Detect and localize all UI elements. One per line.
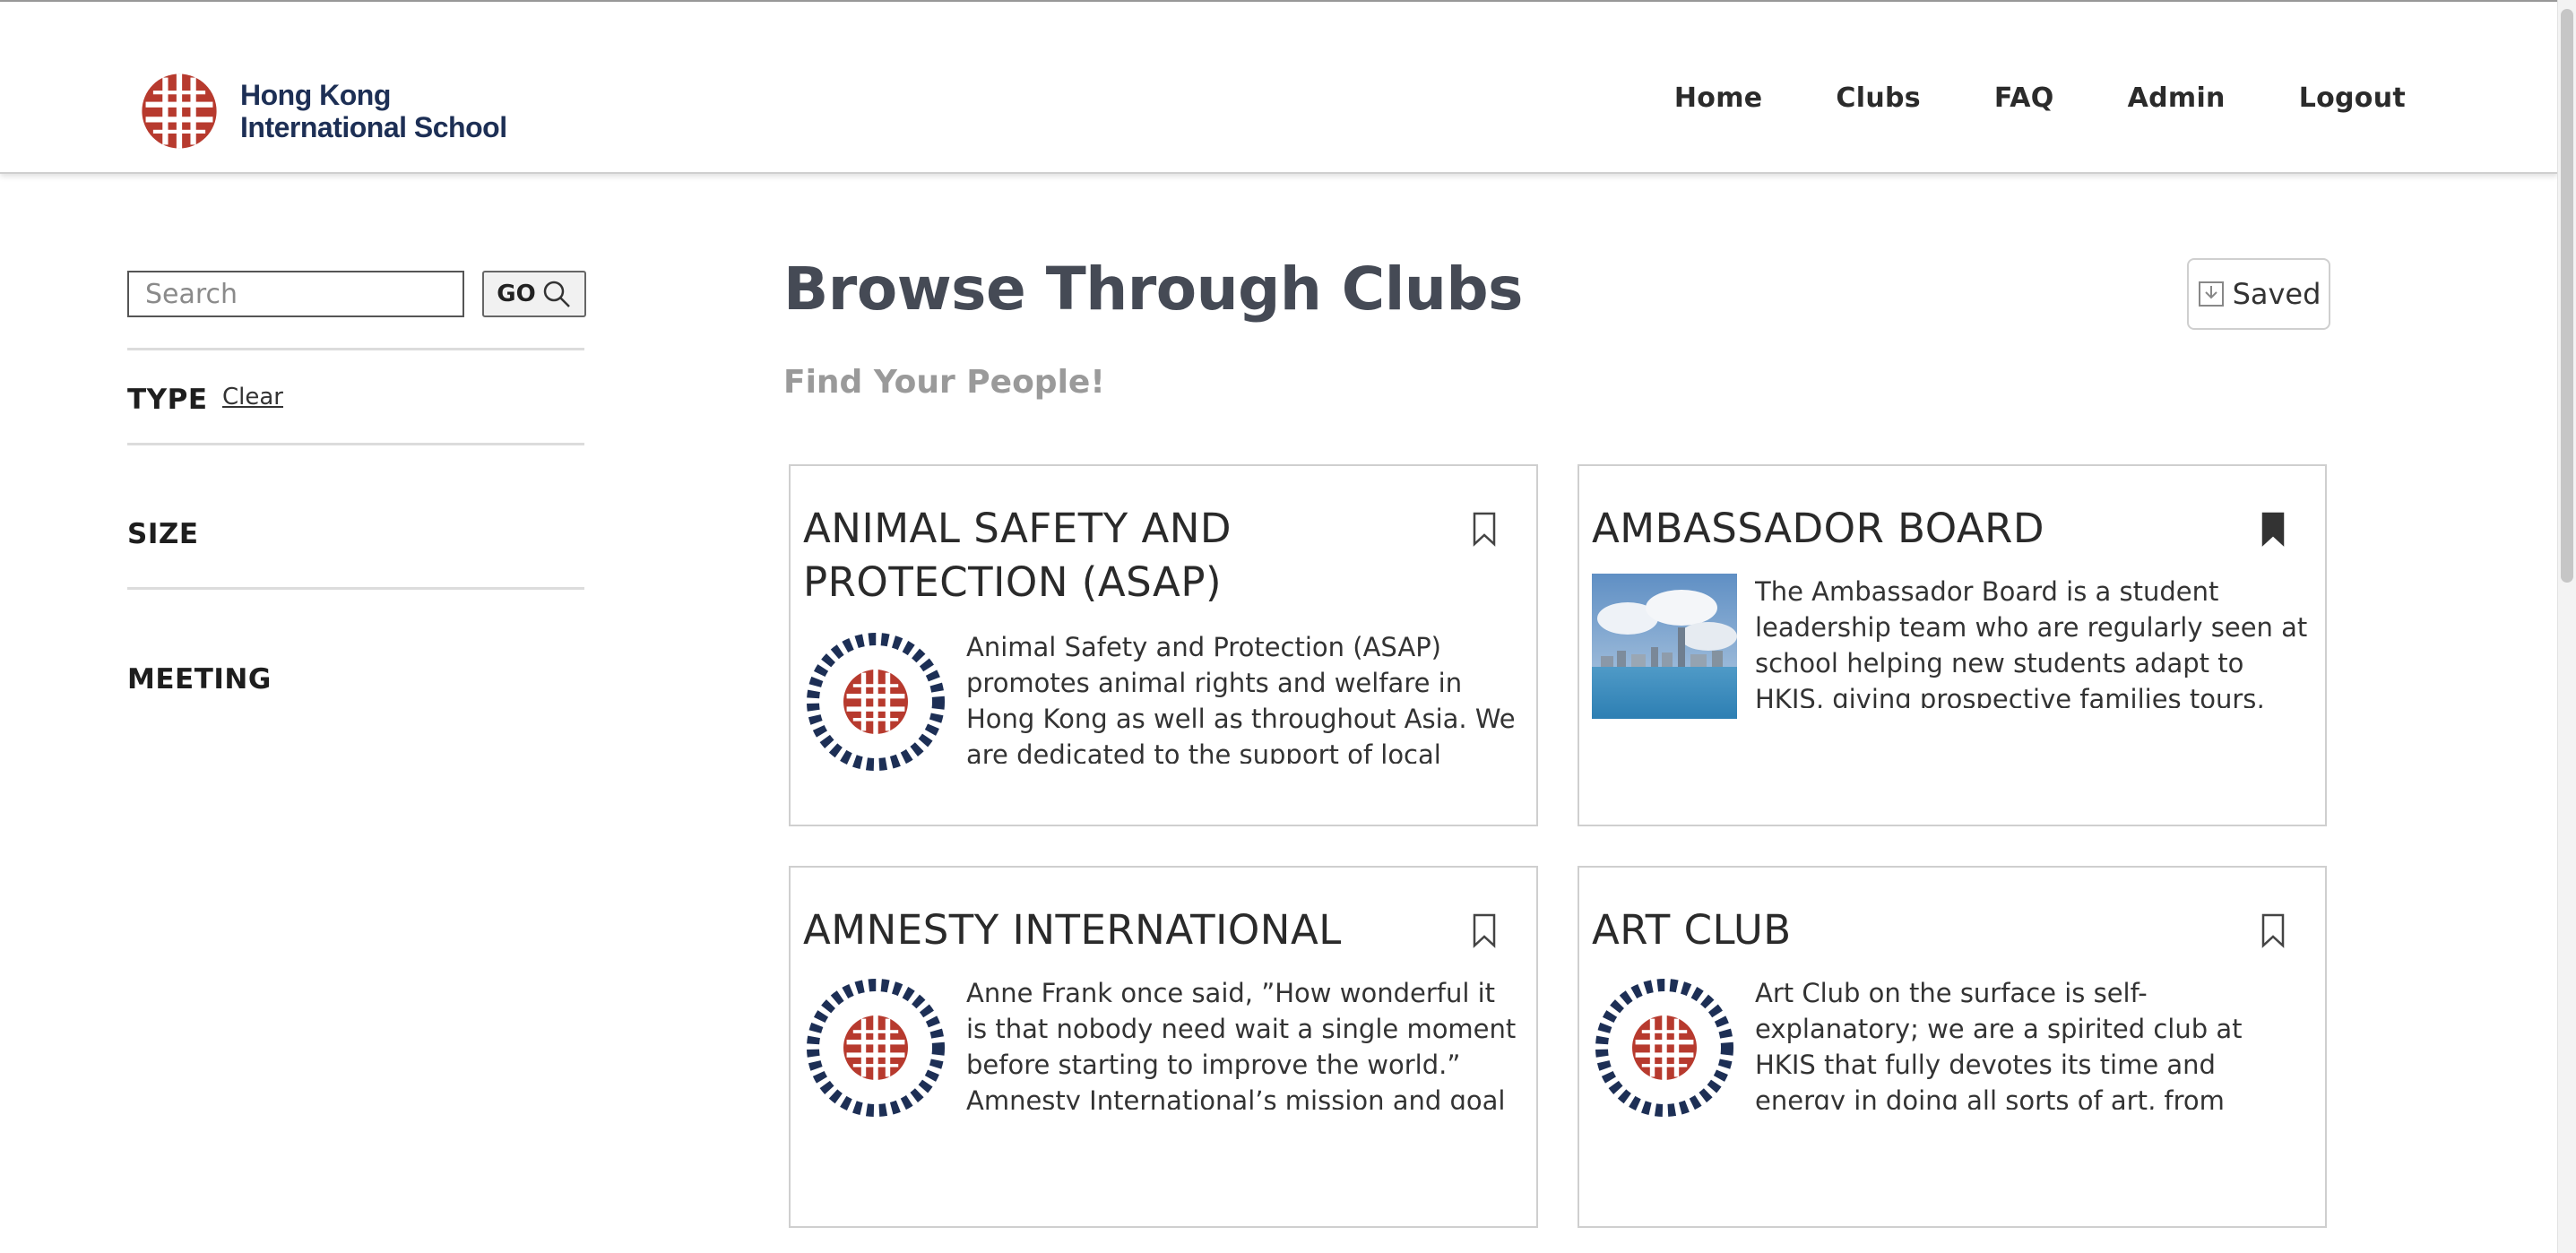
clear-filter-link[interactable]: Clear (222, 384, 283, 410)
go-button[interactable]: GO (482, 271, 586, 317)
hkis-logo-icon (142, 73, 217, 149)
download-icon (2198, 281, 2224, 307)
main-nav: Home Clubs FAQ Admin Logout (1601, 82, 2406, 114)
go-label: GO (497, 281, 536, 307)
bookmark-icon[interactable] (2260, 912, 2286, 948)
nav-home[interactable]: Home (1674, 82, 1763, 114)
filter-type-label[interactable]: TYPE (127, 384, 208, 416)
club-card[interactable]: AMBASSADOR BOARD The Ambassador Board is… (1578, 464, 2327, 826)
club-card[interactable]: AMNESTY INTERNATIONAL Anne Frank once sa… (789, 866, 1538, 1228)
hkis-seal-icon (807, 633, 945, 771)
page-scrollbar[interactable] (2557, 0, 2576, 1253)
hkis-seal-icon (1595, 979, 1733, 1117)
logo-text: Hong Kong International School (240, 79, 507, 143)
search-input[interactable] (127, 271, 464, 317)
saved-button[interactable]: Saved (2187, 258, 2330, 330)
club-description: Anne Frank once said, ”How wonderful it … (966, 978, 1517, 1110)
page-title: Browse Through Clubs (783, 255, 1523, 324)
club-title: AMNESTY INTERNATIONAL (803, 906, 1342, 954)
nav-faq[interactable]: FAQ (1994, 82, 2054, 114)
club-card[interactable]: ANIMAL SAFETY AND PROTECTION (ASAP) Anim… (789, 464, 1538, 826)
bookmark-icon[interactable] (1472, 912, 1497, 948)
school-logo[interactable]: Hong Kong International School (133, 65, 507, 158)
filter-divider (127, 587, 584, 590)
logo-line-2: International School (240, 111, 507, 143)
club-description: Art Club on the surface is self-explanat… (1755, 978, 2243, 1110)
hkis-seal-icon (807, 979, 945, 1117)
filter-divider (127, 443, 584, 445)
search-icon (543, 281, 570, 307)
nav-clubs[interactable]: Clubs (1836, 82, 1921, 114)
club-description: The Ambassador Board is a student leader… (1755, 576, 2308, 708)
nav-admin[interactable]: Admin (2128, 82, 2226, 114)
saved-label: Saved (2232, 277, 2321, 311)
logo-line-1: Hong Kong (240, 79, 391, 111)
bookmark-filled-icon[interactable] (2260, 511, 2286, 547)
filter-size-label[interactable]: SIZE (127, 518, 199, 550)
site-header: Hong Kong International School Home Club… (0, 2, 2558, 174)
page-subtitle: Find Your People! (783, 364, 1105, 401)
club-description: Animal Safety and Protection (ASAP) prom… (966, 632, 1516, 764)
club-title: AMBASSADOR BOARD (1592, 505, 2045, 552)
nav-logout[interactable]: Logout (2299, 82, 2406, 114)
filter-meeting-label[interactable]: MEETING (127, 663, 272, 696)
club-title: ART CLUB (1592, 906, 1792, 954)
scrollbar-thumb[interactable] (2561, 9, 2573, 583)
filter-divider (127, 348, 584, 350)
club-card[interactable]: ART CLUB Art Club on the surface is self… (1578, 866, 2327, 1228)
bookmark-icon[interactable] (1472, 511, 1497, 547)
club-title: ANIMAL SAFETY AND PROTECTION (ASAP) (803, 505, 1232, 606)
hong-kong-skyline-photo (1592, 574, 1737, 719)
